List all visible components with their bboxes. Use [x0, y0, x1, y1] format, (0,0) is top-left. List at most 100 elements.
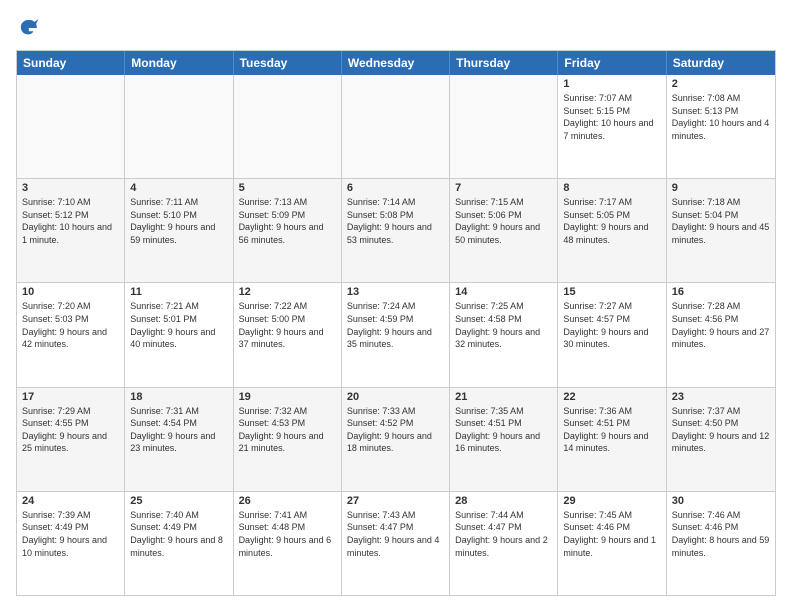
- calendar-cell-18: 18 Sunrise: 7:31 AM Sunset: 4:54 PM Dayli…: [125, 388, 233, 491]
- calendar-cell-29: 29 Sunrise: 7:45 AM Sunset: 4:46 PM Dayli…: [558, 492, 666, 595]
- day-info: Sunrise: 7:22 AM Sunset: 5:00 PM Dayligh…: [239, 300, 336, 350]
- calendar-cell-2: 2 Sunrise: 7:08 AM Sunset: 5:13 PM Daylig…: [667, 75, 775, 178]
- day-number: 21: [455, 391, 552, 403]
- day-info: Sunrise: 7:28 AM Sunset: 4:56 PM Dayligh…: [672, 300, 770, 350]
- day-number: 6: [347, 182, 444, 194]
- day-info: Sunrise: 7:33 AM Sunset: 4:52 PM Dayligh…: [347, 405, 444, 455]
- day-info: Sunrise: 7:14 AM Sunset: 5:08 PM Dayligh…: [347, 196, 444, 246]
- day-number: 2: [672, 78, 770, 90]
- day-number: 1: [563, 78, 660, 90]
- day-number: 18: [130, 391, 227, 403]
- calendar-cell-14: 14 Sunrise: 7:25 AM Sunset: 4:58 PM Dayli…: [450, 283, 558, 386]
- day-number: 3: [22, 182, 119, 194]
- day-number: 22: [563, 391, 660, 403]
- calendar-row-0: 1 Sunrise: 7:07 AM Sunset: 5:15 PM Daylig…: [17, 75, 775, 178]
- calendar-cell-6: 6 Sunrise: 7:14 AM Sunset: 5:08 PM Daylig…: [342, 179, 450, 282]
- calendar-cell-20: 20Sunrise: 7:33 AM Sunset: 4:52 PM Dayli…: [342, 388, 450, 491]
- day-number: 14: [455, 286, 552, 298]
- calendar-cell-11: 11 Sunrise: 7:21 AM Sunset: 5:01 PM Dayli…: [125, 283, 233, 386]
- calendar-cell-empty-0-1: [125, 75, 233, 178]
- calendar-cell-25: 25Sunrise: 7:40 AM Sunset: 4:49 PM Dayli…: [125, 492, 233, 595]
- calendar-cell-23: 23Sunrise: 7:37 AM Sunset: 4:50 PM Dayli…: [667, 388, 775, 491]
- calendar-cell-12: 12 Sunrise: 7:22 AM Sunset: 5:00 PM Dayli…: [234, 283, 342, 386]
- calendar-cell-empty-0-3: [342, 75, 450, 178]
- calendar-cell-15: 15Sunrise: 7:27 AM Sunset: 4:57 PM Dayli…: [558, 283, 666, 386]
- day-info: Sunrise: 7:41 AM Sunset: 4:48 PM Dayligh…: [239, 509, 336, 559]
- day-info: Sunrise: 7:15 AM Sunset: 5:06 PM Dayligh…: [455, 196, 552, 246]
- day-number: 5: [239, 182, 336, 194]
- weekday-header-thursday: Thursday: [450, 51, 558, 75]
- day-info: Sunrise: 7:29 AM Sunset: 4:55 PM Dayligh…: [22, 405, 119, 455]
- day-info: Sunrise: 7:10 AM Sunset: 5:12 PM Dayligh…: [22, 196, 119, 246]
- calendar-cell-10: 10 Sunrise: 7:20 AM Sunset: 5:03 PM Dayli…: [17, 283, 125, 386]
- day-info: Sunrise: 7:13 AM Sunset: 5:09 PM Dayligh…: [239, 196, 336, 246]
- weekday-header-tuesday: Tuesday: [234, 51, 342, 75]
- day-number: 19: [239, 391, 336, 403]
- day-number: 10: [22, 286, 119, 298]
- page-header: [16, 16, 776, 40]
- calendar-cell-30: 30 Sunrise: 7:46 AM Sunset: 4:46 PM Dayli…: [667, 492, 775, 595]
- calendar-cell-empty-0-2: [234, 75, 342, 178]
- day-info: Sunrise: 7:21 AM Sunset: 5:01 PM Dayligh…: [130, 300, 227, 350]
- day-number: 12: [239, 286, 336, 298]
- calendar-row-2: 10 Sunrise: 7:20 AM Sunset: 5:03 PM Dayli…: [17, 282, 775, 386]
- calendar-cell-26: 26Sunrise: 7:41 AM Sunset: 4:48 PM Dayli…: [234, 492, 342, 595]
- calendar-cell-27: 27 Sunrise: 7:43 AM Sunset: 4:47 PM Dayli…: [342, 492, 450, 595]
- day-info: Sunrise: 7:46 AM Sunset: 4:46 PM Dayligh…: [672, 509, 770, 559]
- calendar-cell-17: 17Sunrise: 7:29 AM Sunset: 4:55 PM Dayli…: [17, 388, 125, 491]
- calendar-header: SundayMondayTuesdayWednesdayThursdayFrid…: [17, 51, 775, 75]
- day-info: Sunrise: 7:35 AM Sunset: 4:51 PM Dayligh…: [455, 405, 552, 455]
- day-number: 13: [347, 286, 444, 298]
- day-info: Sunrise: 7:44 AM Sunset: 4:47 PM Dayligh…: [455, 509, 552, 559]
- day-info: Sunrise: 7:20 AM Sunset: 5:03 PM Dayligh…: [22, 300, 119, 350]
- logo-icon: [16, 16, 40, 40]
- day-info: Sunrise: 7:37 AM Sunset: 4:50 PM Dayligh…: [672, 405, 770, 455]
- weekday-header-monday: Monday: [125, 51, 233, 75]
- day-info: Sunrise: 7:36 AM Sunset: 4:51 PM Dayligh…: [563, 405, 660, 455]
- calendar-cell-8: 8 Sunrise: 7:17 AM Sunset: 5:05 PM Daylig…: [558, 179, 666, 282]
- day-number: 24: [22, 495, 119, 507]
- calendar-row-1: 3 Sunrise: 7:10 AM Sunset: 5:12 PM Daylig…: [17, 178, 775, 282]
- calendar-cell-19: 19 Sunrise: 7:32 AM Sunset: 4:53 PM Dayli…: [234, 388, 342, 491]
- weekday-header-sunday: Sunday: [17, 51, 125, 75]
- calendar-cell-24: 24 Sunrise: 7:39 AM Sunset: 4:49 PM Dayli…: [17, 492, 125, 595]
- day-info: Sunrise: 7:24 AM Sunset: 4:59 PM Dayligh…: [347, 300, 444, 350]
- day-info: Sunrise: 7:07 AM Sunset: 5:15 PM Dayligh…: [563, 92, 660, 142]
- day-info: Sunrise: 7:08 AM Sunset: 5:13 PM Dayligh…: [672, 92, 770, 142]
- day-number: 29: [563, 495, 660, 507]
- calendar-cell-empty-0-4: [450, 75, 558, 178]
- day-number: 25: [130, 495, 227, 507]
- calendar-cell-4: 4Sunrise: 7:11 AM Sunset: 5:10 PM Daylig…: [125, 179, 233, 282]
- day-number: 16: [672, 286, 770, 298]
- calendar-cell-16: 16 Sunrise: 7:28 AM Sunset: 4:56 PM Dayli…: [667, 283, 775, 386]
- calendar-cell-empty-0-0: [17, 75, 125, 178]
- calendar-cell-3: 3 Sunrise: 7:10 AM Sunset: 5:12 PM Daylig…: [17, 179, 125, 282]
- day-info: Sunrise: 7:32 AM Sunset: 4:53 PM Dayligh…: [239, 405, 336, 455]
- day-info: Sunrise: 7:18 AM Sunset: 5:04 PM Dayligh…: [672, 196, 770, 246]
- calendar-cell-1: 1 Sunrise: 7:07 AM Sunset: 5:15 PM Daylig…: [558, 75, 666, 178]
- day-info: Sunrise: 7:11 AM Sunset: 5:10 PM Dayligh…: [130, 196, 227, 246]
- day-number: 27: [347, 495, 444, 507]
- day-number: 30: [672, 495, 770, 507]
- day-number: 8: [563, 182, 660, 194]
- day-info: Sunrise: 7:25 AM Sunset: 4:58 PM Dayligh…: [455, 300, 552, 350]
- day-number: 15: [563, 286, 660, 298]
- day-info: Sunrise: 7:45 AM Sunset: 4:46 PM Dayligh…: [563, 509, 660, 559]
- day-number: 28: [455, 495, 552, 507]
- day-number: 11: [130, 286, 227, 298]
- day-info: Sunrise: 7:39 AM Sunset: 4:49 PM Dayligh…: [22, 509, 119, 559]
- calendar-row-3: 17Sunrise: 7:29 AM Sunset: 4:55 PM Dayli…: [17, 387, 775, 491]
- day-number: 7: [455, 182, 552, 194]
- calendar-row-4: 24 Sunrise: 7:39 AM Sunset: 4:49 PM Dayli…: [17, 491, 775, 595]
- day-number: 9: [672, 182, 770, 194]
- calendar-cell-22: 22 Sunrise: 7:36 AM Sunset: 4:51 PM Dayli…: [558, 388, 666, 491]
- calendar-cell-5: 5 Sunrise: 7:13 AM Sunset: 5:09 PM Daylig…: [234, 179, 342, 282]
- calendar-cell-9: 9 Sunrise: 7:18 AM Sunset: 5:04 PM Daylig…: [667, 179, 775, 282]
- day-info: Sunrise: 7:31 AM Sunset: 4:54 PM Dayligh…: [130, 405, 227, 455]
- logo: [16, 16, 44, 40]
- calendar-body: 1 Sunrise: 7:07 AM Sunset: 5:15 PM Daylig…: [17, 75, 775, 595]
- weekday-header-friday: Friday: [558, 51, 666, 75]
- day-info: Sunrise: 7:43 AM Sunset: 4:47 PM Dayligh…: [347, 509, 444, 559]
- calendar-cell-21: 21 Sunrise: 7:35 AM Sunset: 4:51 PM Dayli…: [450, 388, 558, 491]
- day-info: Sunrise: 7:17 AM Sunset: 5:05 PM Dayligh…: [563, 196, 660, 246]
